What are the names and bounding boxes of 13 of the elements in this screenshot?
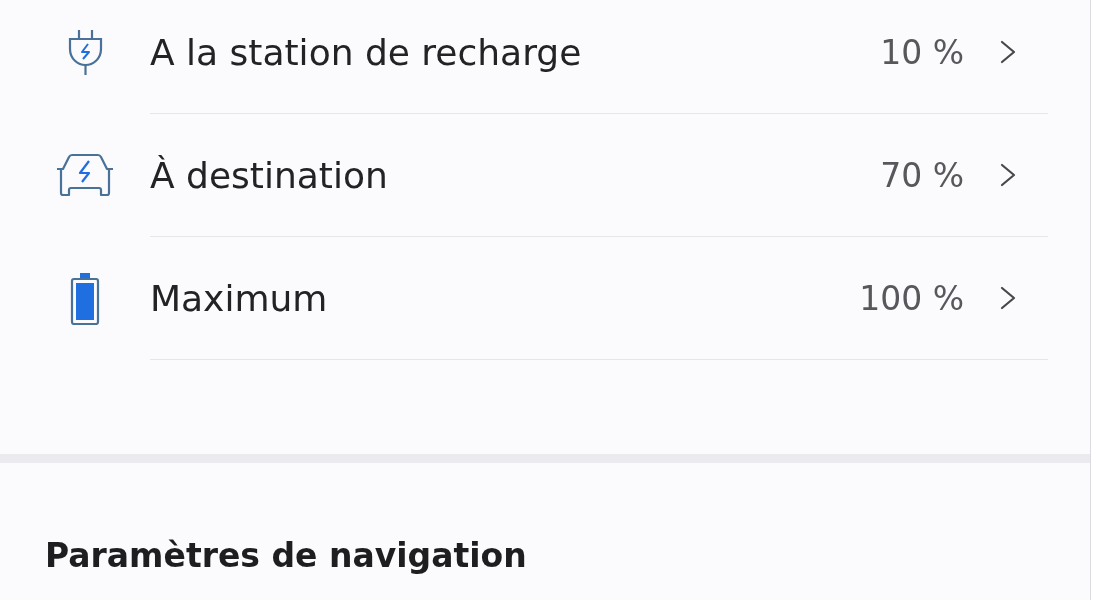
chevron-right-icon[interactable] <box>1000 163 1016 187</box>
plug-icon <box>66 29 104 76</box>
setting-value: 70 % <box>880 155 964 195</box>
setting-value: 10 % <box>880 32 964 72</box>
setting-label: Maximum <box>150 277 329 319</box>
section-heading: Paramètres de navigation <box>45 537 527 575</box>
car-icon <box>55 153 115 198</box>
setting-value: 100 % <box>859 278 964 318</box>
chevron-right-icon[interactable] <box>1000 286 1016 310</box>
setting-label: A la station de recharge <box>150 31 583 73</box>
setting-label: À destination <box>150 154 389 196</box>
chevron-right-icon[interactable] <box>1000 40 1016 64</box>
battery-icon <box>70 272 100 325</box>
